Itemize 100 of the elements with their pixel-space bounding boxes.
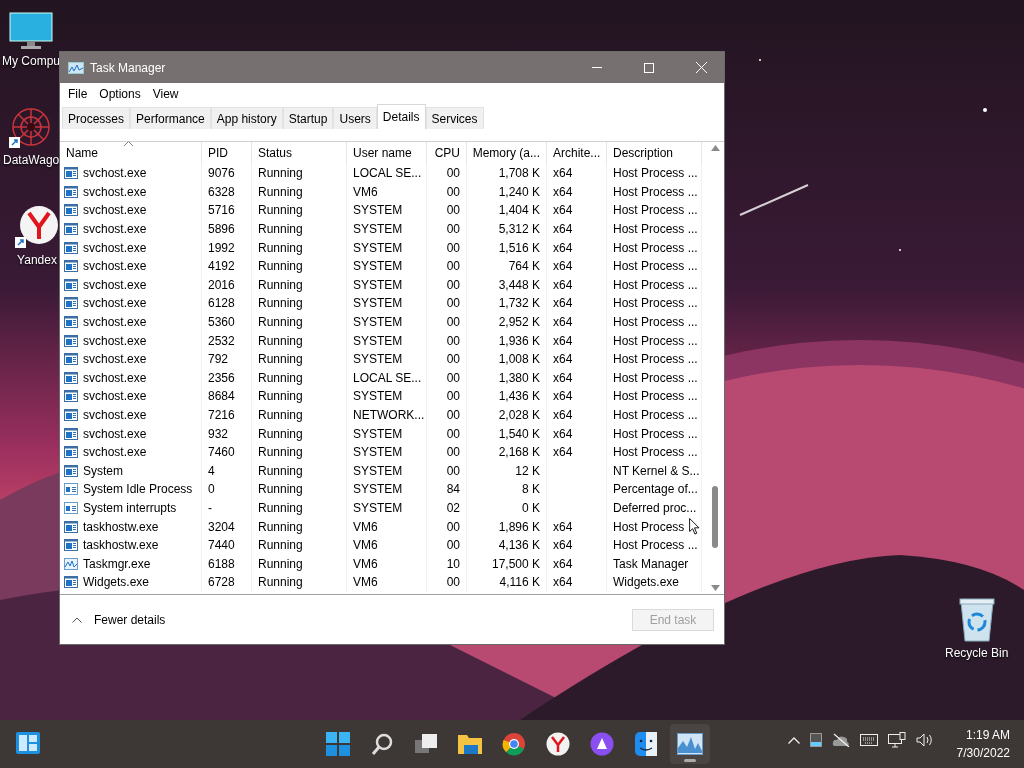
column-header[interactable]: User name bbox=[347, 142, 427, 164]
table-cell: 17,500 K bbox=[491, 556, 540, 571]
close-icon[interactable] bbox=[695, 62, 707, 73]
tab[interactable]: Users bbox=[333, 107, 377, 129]
column-header[interactable]: CPU bbox=[427, 142, 467, 164]
table-cell: Running bbox=[258, 240, 303, 255]
program-icon bbox=[64, 167, 78, 180]
program-icon bbox=[64, 576, 78, 589]
tab[interactable]: Performance bbox=[130, 107, 211, 129]
table-cell: Host Process ... bbox=[613, 296, 698, 311]
menu-item[interactable]: Options bbox=[93, 87, 147, 101]
program-icon bbox=[64, 539, 78, 552]
menu-item[interactable]: File bbox=[62, 87, 94, 101]
table-cell: 1,380 K bbox=[498, 370, 540, 385]
table-cell: Running bbox=[258, 538, 303, 553]
program-icon bbox=[64, 278, 78, 291]
table-cell: 12 K bbox=[515, 463, 540, 478]
network-icon[interactable] bbox=[888, 732, 906, 748]
chevron-up-icon[interactable] bbox=[72, 616, 82, 623]
table-cell: Taskmgr.exe bbox=[83, 556, 151, 571]
scroll-down-icon[interactable] bbox=[710, 585, 720, 591]
desktop-icon-label[interactable]: Recycle Bin bbox=[945, 646, 1009, 660]
table-cell: 0 K bbox=[522, 501, 540, 515]
table-cell: x64 bbox=[553, 296, 573, 311]
desktop-icon-label[interactable]: DataWago bbox=[3, 153, 60, 167]
table-cell: SYSTEM bbox=[353, 389, 403, 404]
volume-icon[interactable] bbox=[916, 733, 934, 747]
browser-icon bbox=[546, 732, 570, 756]
table-cell: Host Process ... bbox=[613, 259, 698, 274]
table-cell: 1,936 K bbox=[498, 333, 540, 348]
tab[interactable]: Processes bbox=[62, 107, 131, 129]
table-cell: 7460 bbox=[208, 445, 235, 460]
fewer-details-link[interactable]: Fewer details bbox=[94, 612, 166, 627]
table-cell: x64 bbox=[553, 426, 573, 441]
table-cell: 00 bbox=[446, 333, 460, 348]
column-header[interactable]: Description bbox=[607, 142, 702, 164]
taskbar-app[interactable] bbox=[670, 724, 710, 764]
recycle-bin-icon[interactable] bbox=[957, 598, 996, 642]
widgets-icon[interactable] bbox=[16, 732, 40, 754]
table-cell: System bbox=[83, 463, 123, 478]
maximize-icon[interactable] bbox=[644, 62, 654, 73]
table-cell: Host Process ... bbox=[613, 203, 698, 218]
menu-item[interactable]: View bbox=[146, 87, 185, 101]
search-icon bbox=[370, 732, 394, 756]
table-cell: 00 bbox=[446, 370, 460, 385]
table-cell: 1992 bbox=[208, 240, 235, 255]
table-cell: 764 K bbox=[508, 259, 540, 274]
tab[interactable]: Details bbox=[376, 104, 426, 129]
table-cell: 1,732 K bbox=[498, 296, 540, 311]
tab[interactable]: App history bbox=[210, 107, 283, 129]
column-header[interactable]: Status bbox=[252, 142, 347, 164]
table-cell: VM6 bbox=[353, 556, 378, 571]
meter-icon[interactable] bbox=[810, 733, 822, 747]
table-cell: x64 bbox=[553, 389, 573, 404]
table-cell: 00 bbox=[446, 184, 460, 199]
table-cell: Running bbox=[258, 408, 303, 422]
desktop-icon-label[interactable]: Yandex bbox=[17, 253, 57, 267]
table-cell: Running bbox=[258, 184, 303, 199]
table-cell: 7440 bbox=[208, 538, 235, 553]
clock-date[interactable]: 7/30/2022 bbox=[956, 746, 1010, 760]
table-cell: Running bbox=[258, 501, 303, 515]
keyboard-icon[interactable] bbox=[860, 734, 878, 746]
table-cell: Running bbox=[258, 166, 303, 181]
table-cell: x64 bbox=[553, 556, 573, 571]
table-cell: 00 bbox=[446, 519, 460, 534]
table-cell: 00 bbox=[446, 259, 460, 274]
scroll-up-icon[interactable] bbox=[710, 145, 720, 151]
cloud-off-icon[interactable] bbox=[832, 733, 850, 747]
column-header[interactable]: Archite... bbox=[547, 142, 607, 164]
table-cell: Host Process ... bbox=[613, 315, 698, 330]
yandex-icon[interactable] bbox=[15, 205, 59, 249]
table-cell: Running bbox=[258, 222, 303, 237]
table-cell: 1,516 K bbox=[498, 240, 540, 255]
table-cell: x64 bbox=[553, 519, 573, 534]
table-cell: 1,240 K bbox=[498, 184, 540, 199]
column-header[interactable]: Name bbox=[60, 142, 202, 164]
table-cell: 6328 bbox=[208, 184, 235, 199]
table-cell: - bbox=[208, 501, 212, 515]
table-cell: svchost.exe bbox=[83, 426, 147, 441]
table-cell: VM6 bbox=[353, 575, 378, 590]
tab[interactable]: Services bbox=[425, 107, 484, 129]
table-cell: Widgets.exe bbox=[83, 575, 150, 590]
monitor-icon[interactable] bbox=[9, 12, 53, 50]
table-cell: Running bbox=[258, 426, 303, 441]
column-header[interactable]: PID bbox=[202, 142, 252, 164]
assistant-icon bbox=[590, 732, 614, 756]
scrollbar-thumb[interactable] bbox=[712, 486, 718, 548]
table-cell: Host Process ... bbox=[613, 222, 698, 237]
table-cell: SYSTEM bbox=[353, 315, 403, 330]
table-cell: LOCAL SE... bbox=[353, 370, 422, 385]
clock-time[interactable]: 1:19 AM bbox=[965, 728, 1010, 742]
column-header[interactable]: Memory (a... bbox=[467, 142, 547, 164]
tab[interactable]: Startup bbox=[282, 107, 334, 129]
table-cell: 00 bbox=[446, 408, 460, 422]
program-icon bbox=[64, 297, 78, 310]
table-cell: SYSTEM bbox=[353, 203, 403, 218]
program-icon bbox=[64, 185, 78, 198]
browser-icon bbox=[502, 732, 526, 756]
desktop-icon-label[interactable]: My Compu bbox=[2, 54, 60, 68]
table-cell: NT Kernel & S... bbox=[613, 463, 700, 478]
